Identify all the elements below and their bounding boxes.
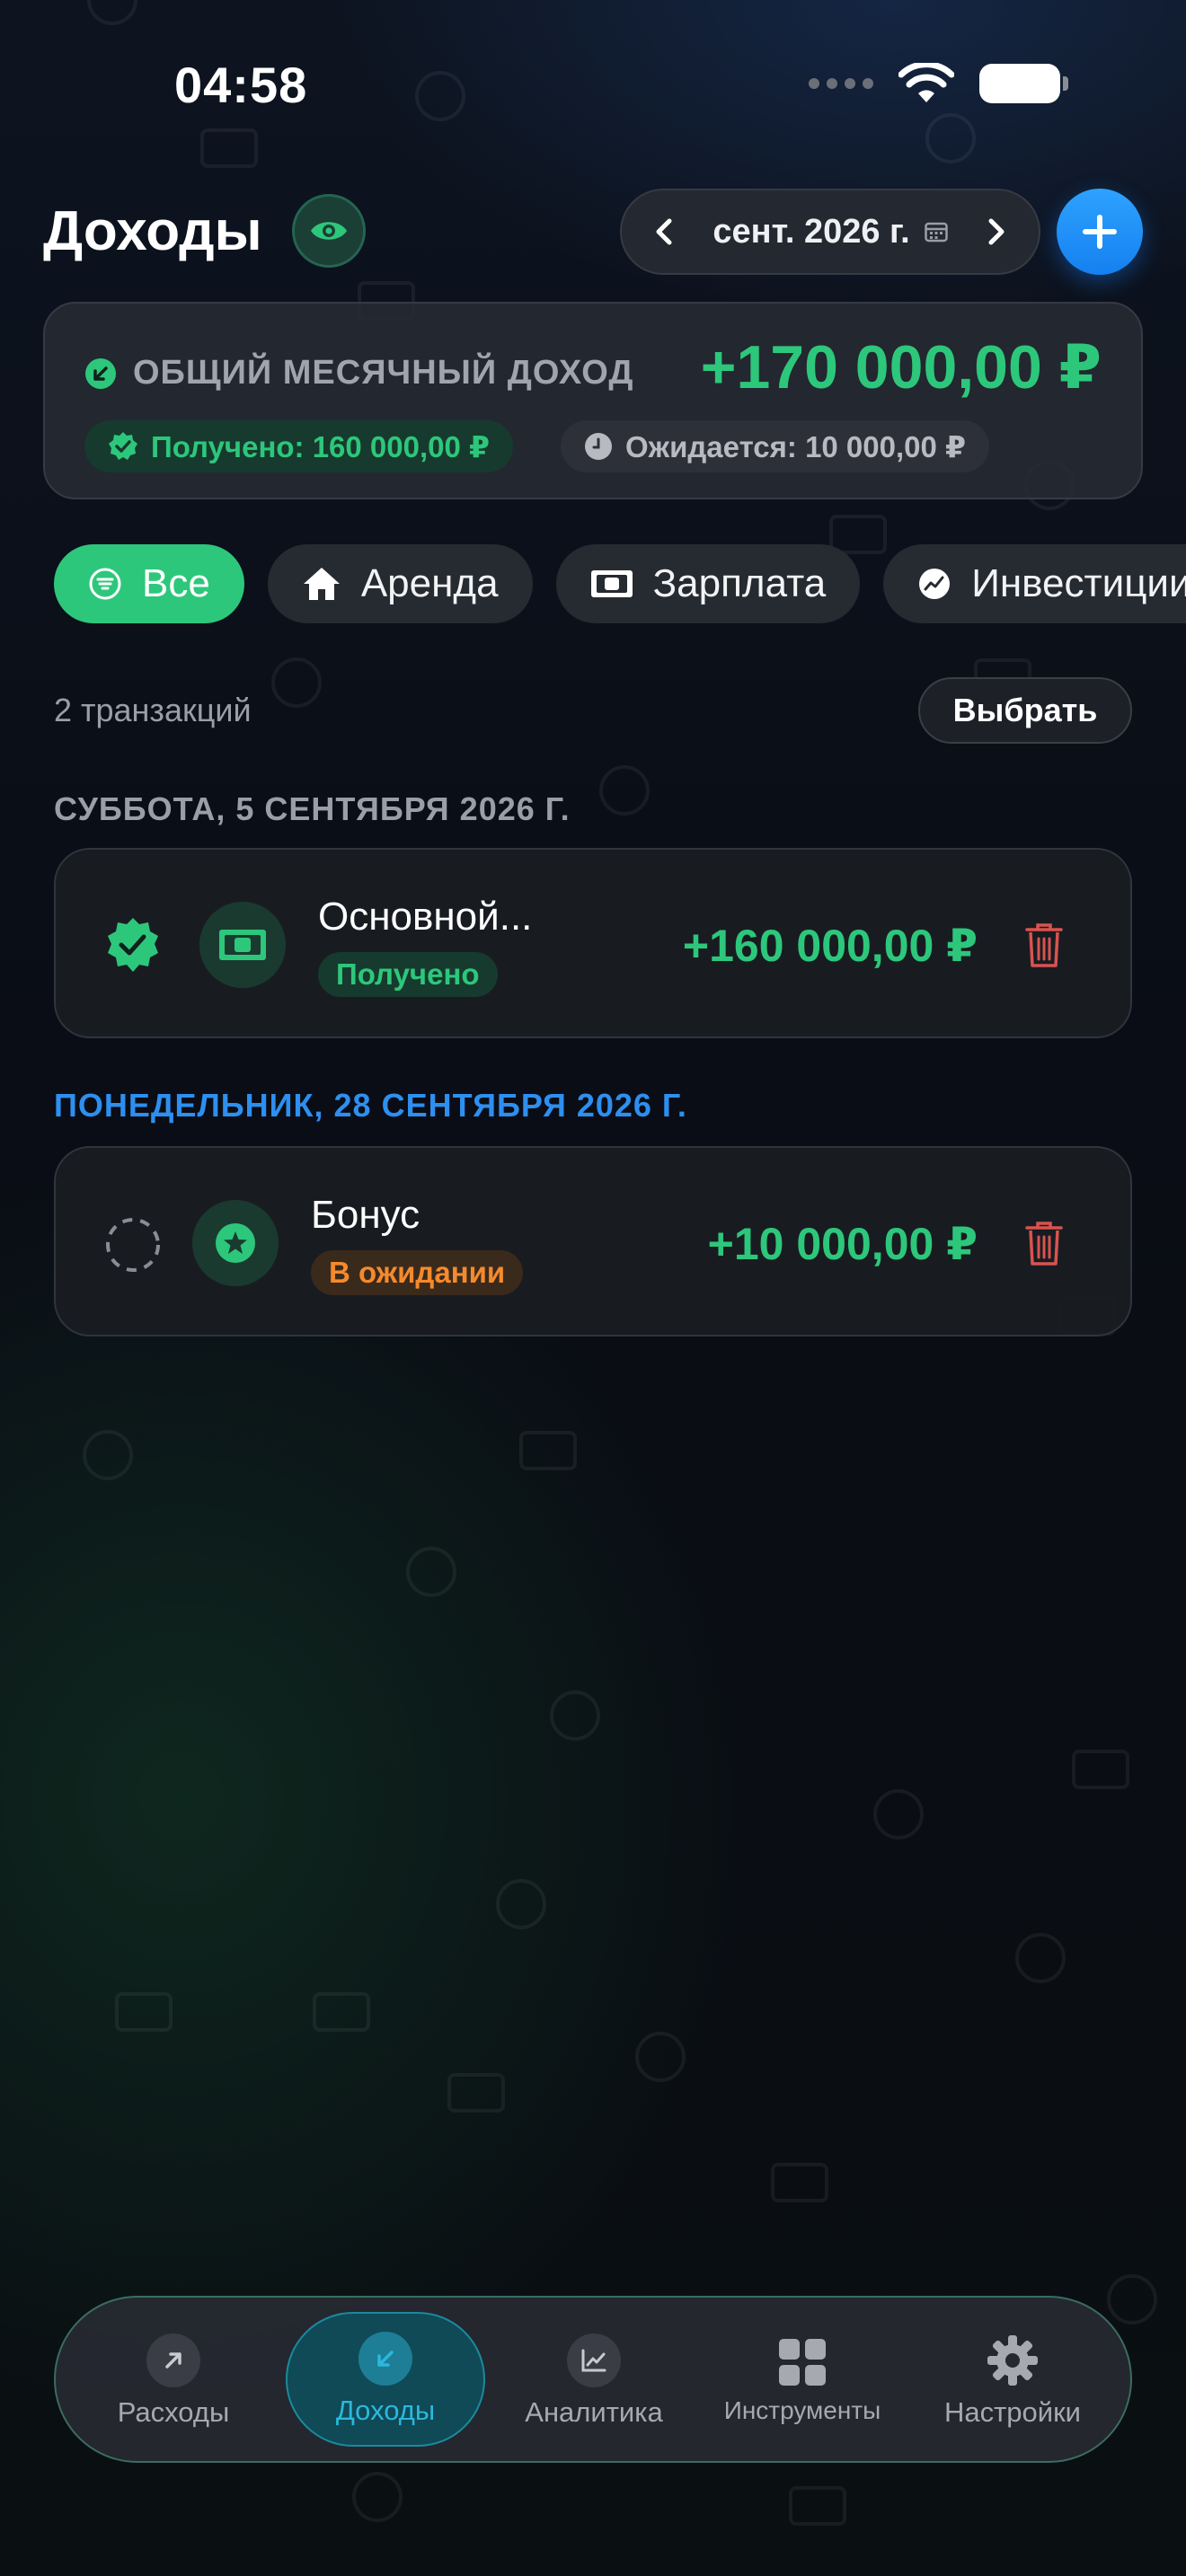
monthly-income-summary: ОБЩИЙ МЕСЯЧНЫЙ ДОХОД +170 000,00 ₽ Получ… — [43, 302, 1143, 499]
summary-label: ОБЩИЙ МЕСЯЧНЫЙ ДОХОД — [133, 354, 634, 392]
tab-tools-label: Инструменты — [723, 2396, 881, 2424]
battery-icon — [979, 64, 1068, 103]
filter-all-label: Все — [142, 561, 210, 605]
transaction-row[interactable]: Бонус В ожидании +10 000,00 ₽ — [54, 1146, 1132, 1337]
filter-rent-label: Аренда — [360, 561, 499, 605]
month-selector: сент. 2026 г. — [620, 189, 1040, 275]
tab-settings-label: Настройки — [943, 2396, 1081, 2428]
toggle-visibility-button[interactable] — [292, 194, 366, 268]
eye-icon — [311, 222, 347, 240]
clock-icon — [585, 433, 612, 460]
transaction-count: 2 транзакций — [54, 692, 252, 728]
transaction-category-icon — [192, 1200, 279, 1286]
expected-text: Ожидается: 10 000,00 ₽ — [625, 429, 967, 463]
income-arrow-icon — [85, 357, 116, 389]
select-button[interactable]: Выбрать — [918, 677, 1132, 744]
gear-icon — [987, 2335, 1038, 2386]
month-label[interactable]: сент. 2026 г. — [712, 212, 948, 251]
tab-settings[interactable]: Настройки — [913, 2298, 1112, 2465]
status-icons — [809, 63, 1068, 104]
add-income-button[interactable] — [1057, 189, 1143, 275]
trash-icon — [1025, 923, 1063, 967]
delete-button[interactable] — [1019, 920, 1069, 970]
month-label-text: сент. 2026 г. — [712, 212, 910, 251]
star-badge-icon — [216, 1223, 255, 1263]
tab-analytics[interactable]: Аналитика — [494, 2298, 694, 2465]
received-status-icon[interactable] — [102, 916, 164, 977]
status-time: 04:58 — [174, 57, 308, 113]
tab-analytics-label: Аналитика — [525, 2396, 663, 2428]
date-header: ПОНЕДЕЛЬНИК, 28 СЕНТЯБРЯ 2026 Г. — [54, 1087, 687, 1124]
received-text: Получено: 160 000,00 ₽ — [151, 429, 490, 463]
calendar-icon — [924, 222, 948, 243]
cellular-signal-icon — [809, 78, 873, 89]
summary-total: +170 000,00 ₽ — [700, 333, 1102, 401]
verified-check-icon — [109, 432, 137, 460]
arrow-down-left-icon — [358, 2332, 412, 2386]
transaction-row[interactable]: Основной... Получено +160 000,00 ₽ — [54, 848, 1132, 1038]
expected-chip: Ожидается: 10 000,00 ₽ — [561, 420, 990, 472]
next-month-button[interactable] — [978, 214, 1013, 250]
filter-salary-label: Зарплата — [652, 561, 827, 605]
chart-line-icon — [567, 2333, 621, 2387]
filter-investments[interactable]: Инвестиции — [883, 544, 1186, 623]
tab-tools[interactable]: Инструменты — [703, 2298, 902, 2465]
tab-income[interactable]: Доходы — [286, 2312, 485, 2447]
arrow-up-right-icon — [146, 2333, 200, 2387]
summary-label-row: ОБЩИЙ МЕСЯЧНЫЙ ДОХОД — [84, 354, 633, 393]
filter-salary[interactable]: Зарплата — [555, 544, 861, 623]
tab-expenses[interactable]: Расходы — [74, 2298, 273, 2465]
page-title: Доходы — [43, 200, 262, 262]
transaction-amount: +10 000,00 ₽ — [707, 1219, 978, 1269]
category-filters: Все Аренда Зарплата Инвестиции — [54, 544, 1186, 623]
grid-icon — [779, 2339, 826, 2386]
received-chip: Получено: 160 000,00 ₽ — [84, 420, 513, 472]
delete-button[interactable] — [1019, 1218, 1069, 1268]
list-filter-icon — [89, 568, 121, 600]
status-badge: Получено — [318, 952, 498, 997]
filter-rent[interactable]: Аренда — [267, 544, 533, 623]
transaction-amount: +160 000,00 ₽ — [682, 921, 978, 971]
banknote-icon — [219, 930, 266, 960]
trash-icon — [1025, 1222, 1063, 1266]
house-icon — [303, 568, 340, 600]
filter-all[interactable]: Все — [54, 544, 244, 623]
transaction-name: Основной... — [318, 895, 533, 939]
date-header: СУББОТА, 5 СЕНТЯБРЯ 2026 Г. — [54, 790, 571, 827]
pending-status-icon[interactable] — [102, 1214, 164, 1275]
tab-bar: Расходы Доходы Аналитика Инструменты Нас… — [54, 2296, 1132, 2463]
wifi-icon — [898, 63, 954, 102]
filter-investments-label: Инвестиции — [971, 561, 1186, 605]
transaction-category-icon — [199, 902, 286, 988]
transaction-name: Бонус — [311, 1193, 420, 1237]
chart-icon — [919, 569, 951, 599]
plus-icon — [1083, 215, 1117, 249]
tab-expenses-label: Расходы — [117, 2396, 230, 2428]
status-badge: В ожидании — [311, 1250, 524, 1295]
banknote-icon — [590, 570, 633, 597]
previous-month-button[interactable] — [647, 214, 683, 250]
tab-income-label: Доходы — [335, 2395, 436, 2426]
